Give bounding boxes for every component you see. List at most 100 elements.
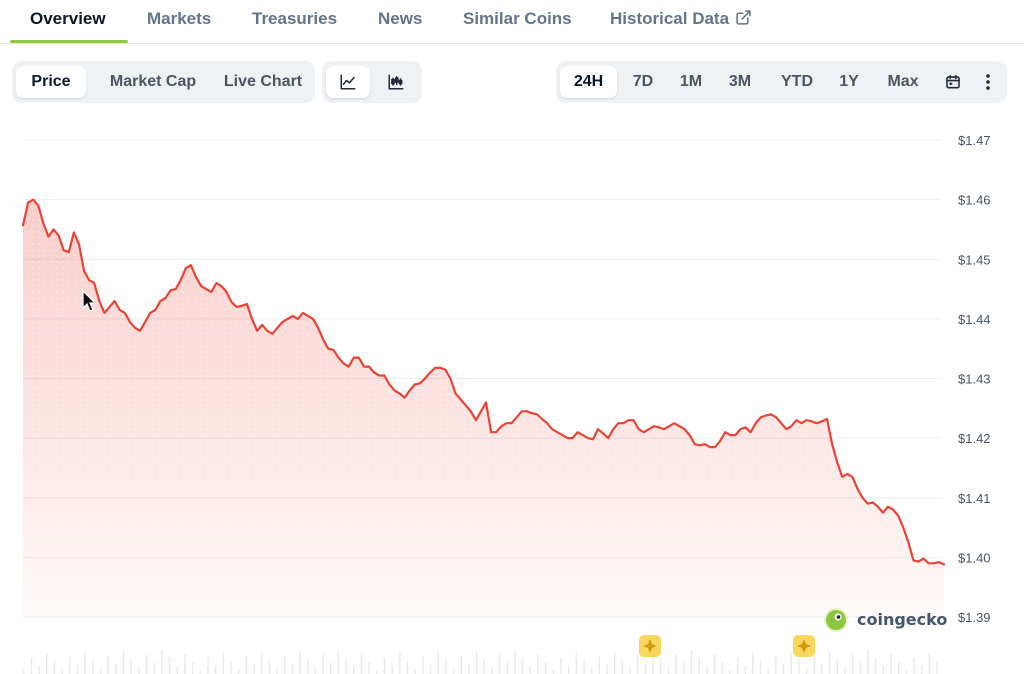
range-7d-button[interactable]: 7D xyxy=(618,66,668,98)
volume-bar xyxy=(706,666,708,674)
volume-bar xyxy=(153,662,155,674)
volume-bar xyxy=(529,666,531,674)
volume-bar xyxy=(752,652,754,674)
y-tick-label: $1.42 xyxy=(958,431,991,446)
volume-bar xyxy=(460,655,462,674)
volume-bar xyxy=(913,657,915,674)
volume-bar xyxy=(122,651,125,674)
range-3m-button[interactable]: 3M xyxy=(716,66,764,98)
volume-bar xyxy=(928,652,931,674)
volume-bar xyxy=(898,661,900,674)
volume-bar xyxy=(475,651,478,674)
volume-bar xyxy=(138,667,140,674)
volume-bar xyxy=(345,658,347,674)
volume-bar xyxy=(821,663,823,674)
volume-bar xyxy=(437,652,439,674)
volume-bar xyxy=(92,660,94,674)
tab-historical-data[interactable]: Historical Data xyxy=(610,9,752,29)
volume-bar xyxy=(360,653,363,674)
volume-bar xyxy=(199,670,201,674)
volume-bar xyxy=(567,665,570,674)
volume-bar xyxy=(353,666,355,674)
y-axis-ticks: $1.47 $1.46 $1.45 $1.44 $1.43 $1.42 $1.41 $1.40… xyxy=(958,133,991,625)
event-marker[interactable] xyxy=(639,635,661,657)
volume-bar xyxy=(276,668,278,674)
volume-bar xyxy=(506,662,508,674)
volume-bar xyxy=(76,664,79,674)
volume-bar xyxy=(874,658,877,674)
view-toggle-group: Price Market Cap Live Chart xyxy=(12,61,315,103)
range-24h-button[interactable]: 24H xyxy=(560,66,617,98)
volume-bar xyxy=(575,652,578,674)
volume-bar xyxy=(690,650,693,674)
range-ytd-button[interactable]: YTD xyxy=(770,66,824,98)
volume-bar xyxy=(491,667,493,674)
volume-bar xyxy=(614,652,616,674)
volume-bar xyxy=(660,659,662,674)
range-1m-button[interactable]: 1M xyxy=(668,66,714,98)
candlestick-chart-button[interactable] xyxy=(374,66,418,98)
volume-bar xyxy=(629,668,631,674)
tab-treasuries[interactable]: Treasuries xyxy=(252,9,337,29)
volume-bar xyxy=(867,650,869,674)
volume-bar xyxy=(667,667,670,674)
price-chart[interactable]: $1.47 $1.46 $1.45 $1.44 $1.43 $1.42 $1.41 $1.40… xyxy=(0,115,1024,674)
volume-bar xyxy=(307,659,309,674)
volume-bar xyxy=(644,663,647,674)
event-marker[interactable] xyxy=(793,635,815,657)
volume-bar xyxy=(207,657,209,674)
volume-bar xyxy=(406,661,409,674)
volume-bar xyxy=(921,665,923,674)
volume-bar xyxy=(583,661,585,674)
volume-bar xyxy=(859,662,862,674)
volume-bar xyxy=(483,659,485,674)
volume-bar xyxy=(729,670,731,674)
volume-bar xyxy=(445,660,447,674)
volume-bar xyxy=(422,656,424,674)
volume-bar xyxy=(268,660,271,674)
line-chart-icon xyxy=(340,74,356,90)
volume-bar xyxy=(836,659,838,674)
volume-bar xyxy=(905,670,908,674)
more-options-button[interactable] xyxy=(974,66,1002,98)
volume-bar xyxy=(429,664,432,674)
tab-overview[interactable]: Overview xyxy=(30,9,106,29)
date-picker-button[interactable] xyxy=(936,66,970,98)
volume-bar xyxy=(253,664,255,674)
volume-bar xyxy=(936,661,938,674)
volume-bar xyxy=(790,652,792,674)
volume-bar xyxy=(514,650,516,674)
market-cap-button[interactable]: Market Cap xyxy=(92,66,214,98)
volume-bar xyxy=(61,669,63,674)
volume-bar xyxy=(376,670,378,674)
chart-style-group xyxy=(322,61,422,103)
y-tick-label: $1.46 xyxy=(958,193,991,208)
price-button[interactable]: Price xyxy=(16,66,86,98)
volume-bar xyxy=(591,669,593,674)
tab-similar-coins[interactable]: Similar Coins xyxy=(463,9,572,29)
volume-bar xyxy=(744,665,746,674)
tab-markets[interactable]: Markets xyxy=(147,9,211,29)
range-max-button[interactable]: Max xyxy=(878,66,928,98)
volume-bar xyxy=(214,665,217,674)
line-chart-button[interactable] xyxy=(326,66,370,98)
volume-bar xyxy=(23,670,25,674)
volume-bar xyxy=(115,663,117,674)
volume-bar xyxy=(283,655,286,674)
coingecko-watermark: coingecko xyxy=(824,608,947,632)
watermark-text: coingecko xyxy=(857,610,947,629)
volume-bar xyxy=(368,661,370,674)
volume-bar xyxy=(805,668,808,674)
volume-bar xyxy=(552,670,555,674)
volume-bar xyxy=(237,669,240,674)
y-tick-label: $1.40 xyxy=(958,550,991,565)
volume-bar xyxy=(161,650,163,674)
volume-bar xyxy=(675,654,677,674)
volume-bar xyxy=(299,651,301,674)
live-chart-button[interactable]: Live Chart xyxy=(214,66,312,98)
volume-bar xyxy=(30,657,33,674)
tab-news[interactable]: News xyxy=(378,9,422,29)
range-1y-button[interactable]: 1Y xyxy=(829,66,869,98)
y-tick-label: $1.44 xyxy=(958,312,991,327)
volume-bar xyxy=(844,667,846,674)
